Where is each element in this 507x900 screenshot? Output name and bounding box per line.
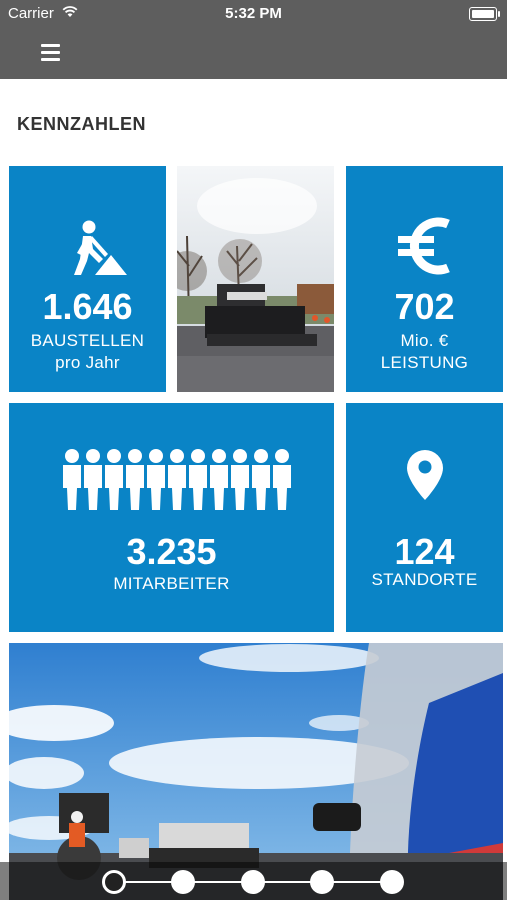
carousel-dot-4[interactable]: [310, 870, 334, 894]
mitarbeiter-value: 3.235: [126, 531, 217, 572]
carousel-dot-5[interactable]: [380, 870, 404, 894]
carousel-dot-2[interactable]: [171, 870, 195, 894]
carousel-pager: [0, 862, 507, 900]
location-pin-icon: [407, 450, 443, 500]
mitarbeiter-tile[interactable]: 3.235 MITARBEITER: [9, 403, 334, 632]
baustellen-sublabel: pro Jahr: [55, 353, 120, 372]
status-bar: Carrier 5:32 PM: [0, 0, 507, 28]
page-title: KENNZAHLEN: [17, 114, 146, 134]
leistung-value: 702: [394, 286, 455, 327]
baustellen-value: 1.646: [42, 286, 133, 327]
nav-bar: [0, 28, 507, 79]
leistung-unit: Mio. €: [400, 331, 449, 350]
standorte-value: 124: [394, 531, 455, 572]
clock: 5:32 PM: [225, 5, 282, 22]
construction-worker-icon: [59, 386, 129, 392]
baustellen-label: BAUSTELLEN: [30, 331, 145, 350]
baustellen-tile[interactable]: 1.646 BAUSTELLEN pro Jahr: [9, 166, 166, 392]
euro-icon: [398, 217, 450, 275]
standorte-tile[interactable]: 124 STANDORTE: [346, 403, 503, 632]
carousel-dot-3[interactable]: [241, 870, 265, 894]
hamburger-menu-icon[interactable]: [38, 40, 64, 66]
standorte-label: STANDORTE: [371, 570, 478, 589]
leistung-label: LEISTUNG: [380, 353, 469, 372]
battery-icon: [469, 7, 500, 21]
paver-photo: [177, 166, 334, 392]
mitarbeiter-label: MITARBEITER: [113, 574, 230, 593]
people-icon: [63, 449, 291, 510]
construction-worker-icon: [74, 220, 127, 275]
carousel-dot-1[interactable]: [102, 870, 126, 894]
leistung-tile[interactable]: 702 Mio. € LEISTUNG: [346, 166, 503, 392]
